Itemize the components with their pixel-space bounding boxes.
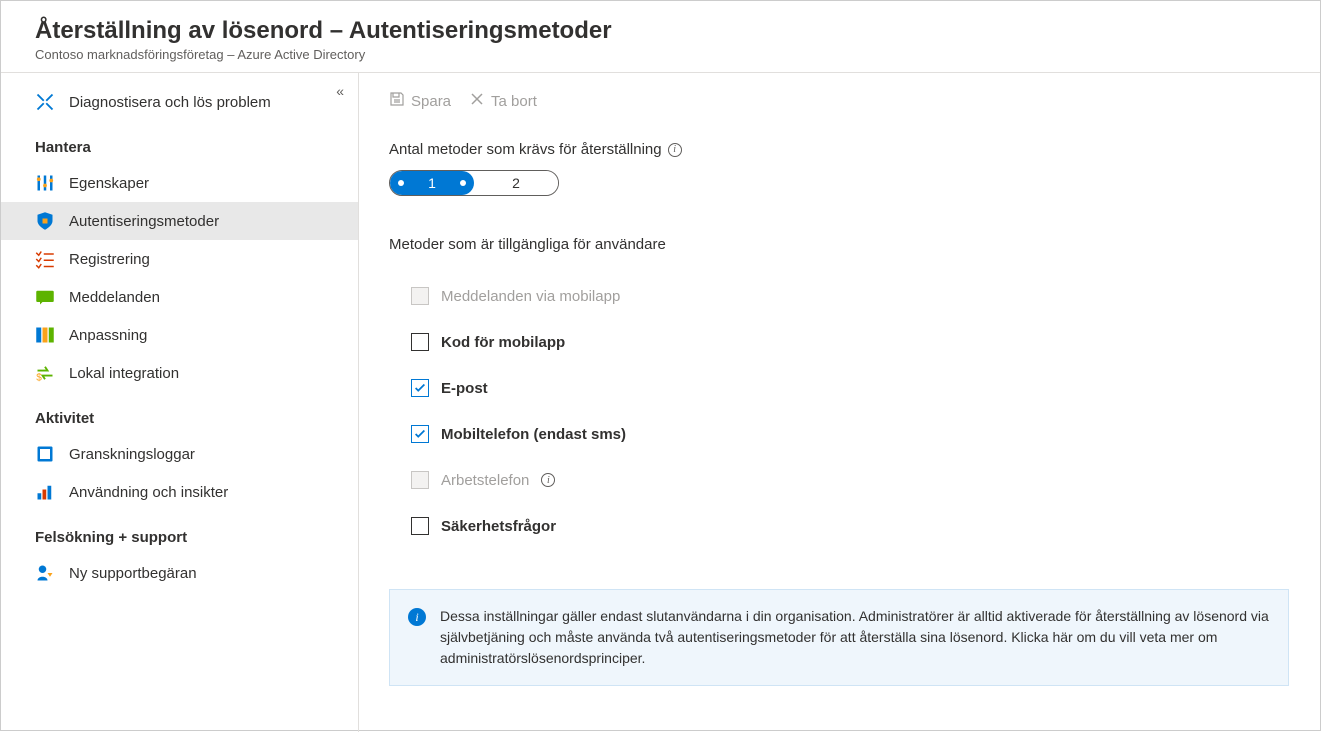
palette-icon [35,326,55,344]
method-security-questions: Säkerhetsfrågor [389,503,1290,549]
collapse-sidebar-icon[interactable]: « [336,83,344,99]
support-icon [35,564,55,582]
message-icon [35,288,55,306]
sync-icon: $ [35,364,55,382]
info-badge-icon: i [408,608,426,626]
sidebar-item-audit-logs[interactable]: Granskningsloggar [1,435,358,473]
sidebar-section-activity: Aktivitet [1,392,358,435]
discard-button[interactable]: Ta bort [469,91,537,111]
sidebar-item-notifications[interactable]: Meddelanden [1,278,358,316]
sidebar-section-manage: Hantera [1,121,358,164]
method-label: E-post [441,380,488,397]
sliders-icon [35,174,55,192]
sidebar-item-usage[interactable]: Användning och insikter [1,473,358,511]
sidebar-item-properties[interactable]: Egenskaper [1,164,358,202]
checkbox-mobile-phone[interactable] [411,425,429,443]
toggle-option-1[interactable]: 1 [390,171,474,195]
save-label: Spara [411,93,451,110]
page-title: Återställning av lösenord – Autentiserin… [35,17,1296,45]
checkbox-mobile-app-notification [411,287,429,305]
sidebar-item-label: Registrering [69,251,150,268]
method-office-phone: Arbetstelefon i [389,457,1290,503]
chart-icon [35,483,55,501]
info-box-text: Dessa inställningar gäller endast slutan… [440,606,1270,669]
sidebar-item-label: Granskningsloggar [69,446,195,463]
sidebar-item-label: Användning och insikter [69,484,228,501]
save-button[interactable]: Spara [389,91,451,111]
method-mobile-app-code: Kod för mobilapp [389,319,1290,365]
method-mobile-app-notification: Meddelanden via mobilapp [389,273,1290,319]
shield-icon [35,212,55,230]
sidebar-item-label: Autentiseringsmetoder [69,213,219,230]
wrench-icon [35,93,55,111]
svg-text:$: $ [36,373,42,384]
sidebar-item-support[interactable]: Ny supportbegäran [1,554,358,592]
info-box: i Dessa inställningar gäller endast slut… [389,589,1289,686]
method-mobile-phone: Mobiltelefon (endast sms) [389,411,1290,457]
sidebar-item-label: Egenskaper [69,175,149,192]
method-email: E-post [389,365,1290,411]
methods-available-label: Metoder som är tillgängliga för användar… [389,236,1290,253]
save-icon [389,91,405,111]
page-header: Återställning av lösenord – Autentiserin… [1,1,1320,73]
methods-required-label: Antal metoder som krävs för återställnin… [389,141,1290,158]
method-label: Arbetstelefon [441,472,529,489]
sidebar-item-label: Diagnostisera och lös problem [69,94,271,111]
checkbox-mobile-app-code[interactable] [411,333,429,351]
sidebar-item-label: Ny supportbegäran [69,565,197,582]
sidebar-item-label: Anpassning [69,327,147,344]
checkbox-office-phone [411,471,429,489]
method-label: Mobiltelefon (endast sms) [441,426,626,443]
discard-label: Ta bort [491,93,537,110]
checkbox-email[interactable] [411,379,429,397]
sidebar-item-label: Meddelanden [69,289,160,306]
sidebar-item-registration[interactable]: Registrering [1,240,358,278]
method-label: Säkerhetsfrågor [441,518,556,535]
main-content: Spara Ta bort Antal metoder som krävs fö… [359,73,1320,732]
breadcrumb: Contoso marknadsföringsföretag – Azure A… [35,47,1296,62]
info-icon[interactable]: i [541,473,555,487]
sidebar-item-onprem[interactable]: $ Lokal integration [1,354,358,392]
book-icon [35,445,55,463]
close-icon [469,91,485,111]
sidebar-item-label: Lokal integration [69,365,179,382]
checkbox-security-questions[interactable] [411,517,429,535]
toggle-option-2[interactable]: 2 [474,171,558,195]
methods-required-toggle[interactable]: 1 2 [389,170,559,196]
toolbar: Spara Ta bort [389,91,1290,111]
sidebar: « Diagnostisera och lös problem Hantera … [1,73,359,732]
method-label: Meddelanden via mobilapp [441,288,620,305]
method-label: Kod för mobilapp [441,334,565,351]
list-check-icon [35,250,55,268]
sidebar-item-diagnose[interactable]: Diagnostisera och lös problem [1,83,358,121]
sidebar-item-customization[interactable]: Anpassning [1,316,358,354]
sidebar-item-auth-methods[interactable]: Autentiseringsmetoder [1,202,358,240]
sidebar-section-troubleshoot: Felsökning + support [1,511,358,554]
info-icon[interactable]: i [668,143,682,157]
